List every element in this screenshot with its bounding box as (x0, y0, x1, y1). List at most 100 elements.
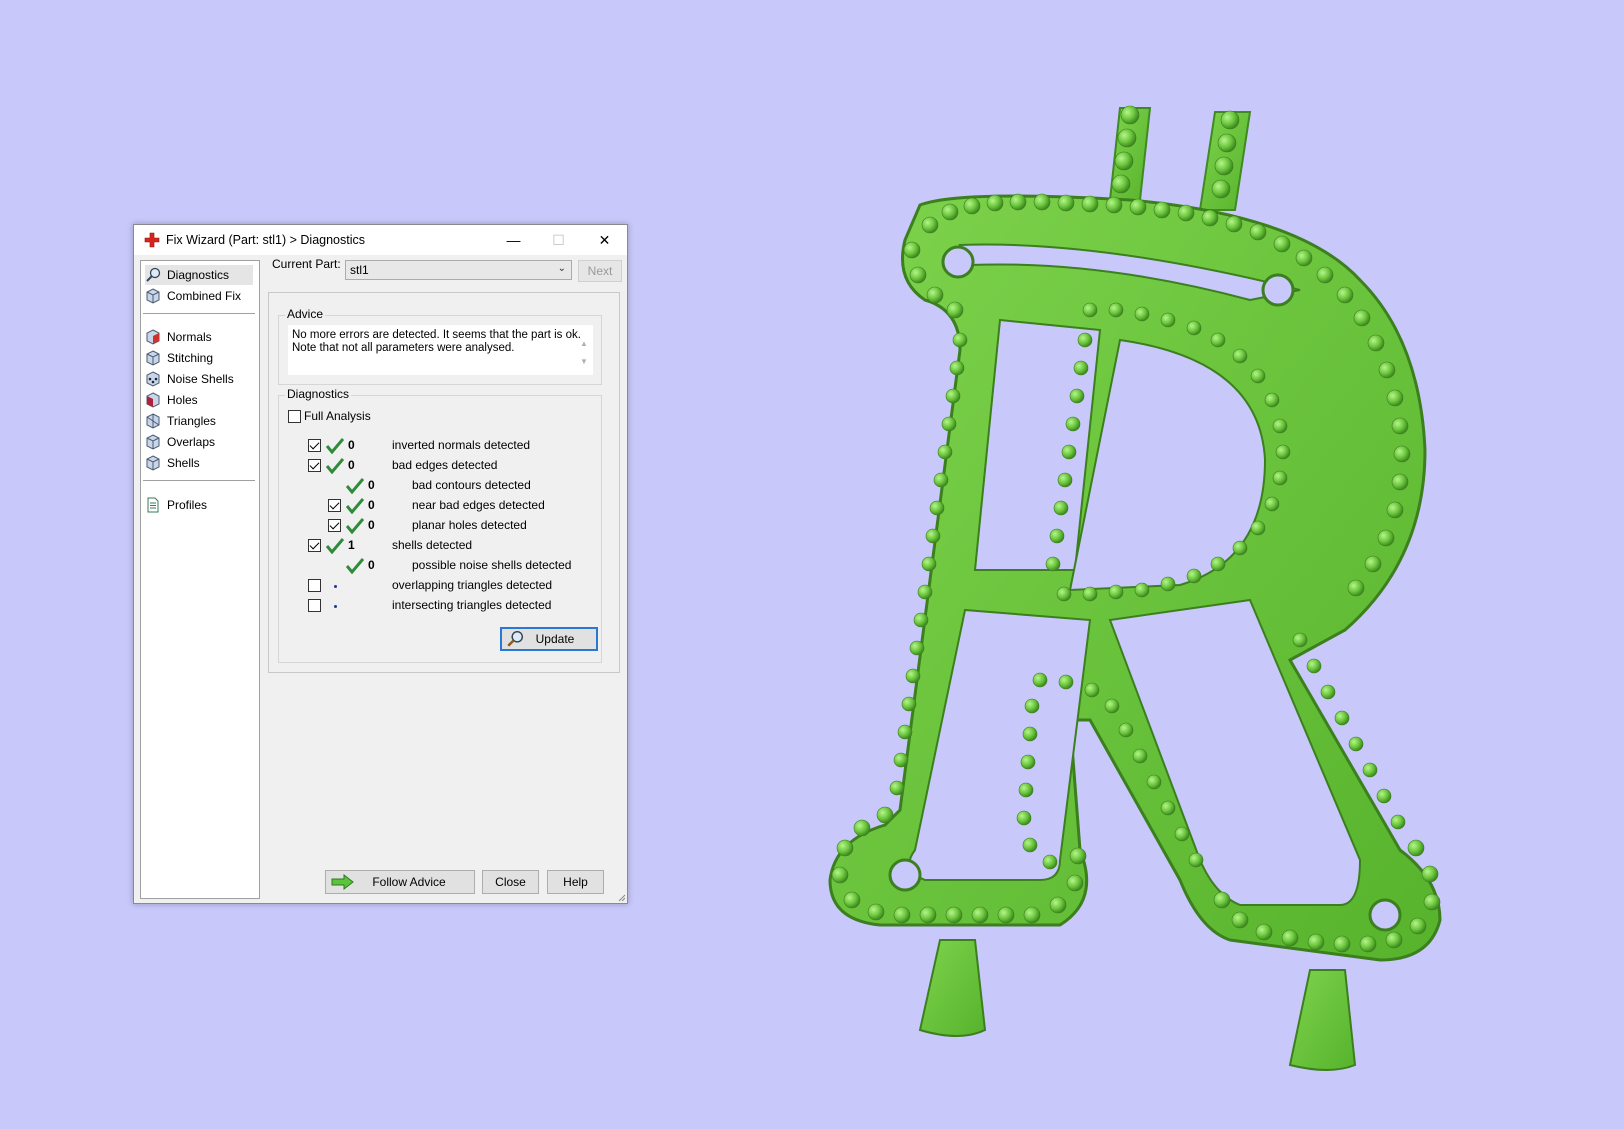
diag-label-shells: shells detected (392, 538, 473, 552)
chevron-down-icon: ⌄ (557, 263, 566, 274)
full-analysis-checkbox[interactable] (288, 410, 301, 423)
close-icon: ✕ (598, 231, 611, 248)
cube-icon (146, 350, 160, 366)
nav-label: Noise Shells (167, 372, 234, 386)
current-part-value: stl1 (350, 263, 369, 277)
wizard-nav: Diagnostics Combined Fix Normals Stitchi… (140, 260, 260, 899)
nav-label: Profiles (167, 498, 208, 512)
nav-item-overlaps[interactable]: Overlaps (145, 432, 215, 452)
green-check-icon (346, 478, 364, 494)
green-check-icon (326, 438, 344, 454)
nav-item-diagnostics[interactable]: Diagnostics (145, 265, 253, 285)
diag-checkbox-bad-edges[interactable] (308, 459, 321, 472)
full-analysis-label: Full Analysis (304, 409, 371, 423)
diag-label-planar-holes: planar holes detected (412, 518, 527, 532)
triangle-cube-icon (146, 413, 160, 429)
diag-label-near-bad-edges: near bad edges detected (412, 498, 545, 512)
minimize-icon: — (506, 232, 521, 248)
close-window-button[interactable]: ✕ (582, 225, 627, 255)
diag-checkbox-inverted-normals[interactable] (308, 439, 321, 452)
diag-label-noise-shells: possible noise shells detected (412, 558, 572, 572)
document-icon (147, 497, 159, 513)
status-dot (334, 585, 337, 588)
cube-icon (146, 434, 160, 450)
nav-item-holes[interactable]: Holes (145, 390, 198, 410)
current-part-label: Current Part: (272, 257, 341, 271)
nav-item-normals[interactable]: Normals (145, 327, 212, 347)
diag-label-inverted-normals: inverted normals detected (392, 438, 531, 452)
diag-count: 0 (368, 498, 375, 512)
close-button[interactable]: Close (482, 870, 539, 894)
window-title: Fix Wizard (Part: stl1) > Diagnostics (166, 233, 366, 247)
title-bar[interactable]: Fix Wizard (Part: stl1) > Diagnostics — … (134, 225, 627, 255)
nav-label: Triangles (167, 414, 216, 428)
current-part-select[interactable]: stl1 ⌄ (345, 260, 572, 280)
update-button[interactable]: Update (500, 627, 598, 651)
green-check-icon (326, 458, 344, 474)
diag-checkbox-near-bad-edges[interactable] (328, 499, 341, 512)
nav-label: Combined Fix (167, 289, 242, 303)
next-button[interactable]: Next (578, 260, 622, 282)
cube-icon (146, 288, 160, 304)
diag-checkbox-intersecting-triangles[interactable] (308, 599, 321, 612)
nav-item-profiles[interactable]: Profiles (145, 495, 207, 515)
diag-count: 1 (348, 538, 355, 552)
magnifier-icon (507, 630, 524, 647)
minimize-button[interactable]: — (491, 225, 536, 255)
nav-divider (143, 480, 255, 481)
diag-count: 0 (368, 478, 375, 492)
diagnostics-group: Diagnostics Full Analysis 0 inverted nor… (278, 387, 602, 663)
nav-item-triangles[interactable]: Triangles (145, 411, 216, 431)
nav-label: Diagnostics (167, 268, 230, 282)
nav-item-stitching[interactable]: Stitching (145, 348, 213, 368)
green-check-icon (346, 558, 364, 574)
red-cross-icon (144, 232, 160, 248)
diag-count: 0 (368, 558, 375, 572)
cube-dots-icon (146, 371, 160, 387)
maximize-button[interactable]: ☐ (536, 225, 581, 255)
nav-label: Holes (167, 393, 198, 407)
follow-advice-label: Follow Advice (372, 875, 446, 889)
resize-grip-icon[interactable] (616, 892, 626, 902)
diag-label-overlapping-triangles: overlapping triangles detected (392, 578, 553, 592)
green-arrow-icon (331, 874, 354, 890)
green-check-icon (326, 538, 344, 554)
diag-count: 0 (348, 438, 355, 452)
advice-scrollbar[interactable]: ▲ ▼ (579, 335, 589, 375)
diagnostics-group-title: Diagnostics (285, 387, 352, 401)
update-label: Update (535, 632, 575, 646)
nav-item-combined-fix[interactable]: Combined Fix (145, 286, 241, 306)
nav-label: Shells (167, 456, 200, 470)
diag-label-bad-edges: bad edges detected (392, 458, 498, 472)
diag-checkbox-planar-holes[interactable] (328, 519, 341, 532)
follow-advice-button[interactable]: Follow Advice (325, 870, 475, 894)
status-dot (334, 605, 337, 608)
diag-count: 0 (368, 518, 375, 532)
cube-icon (146, 455, 160, 471)
advice-group-title: Advice (285, 307, 326, 321)
nav-divider (143, 313, 255, 314)
green-check-icon (346, 518, 364, 534)
diag-count: 0 (348, 458, 355, 472)
nav-label: Stitching (167, 351, 214, 365)
cube-red-icon (146, 329, 160, 345)
fix-wizard-dialog: Fix Wizard (Part: stl1) > Diagnostics — … (133, 224, 628, 904)
advice-group: Advice No more errors are detected. It s… (278, 307, 602, 385)
diag-label-intersecting-triangles: intersecting triangles detected (392, 598, 552, 612)
advice-line-2: Note that not all parameters were analys… (292, 342, 515, 354)
nav-item-noise-shells[interactable]: Noise Shells (145, 369, 234, 389)
magnifier-icon (146, 267, 161, 282)
maximize-icon: ☐ (552, 231, 565, 248)
advice-line-1: No more errors are detected. It seems th… (292, 329, 581, 341)
advice-text-box: No more errors are detected. It seems th… (288, 325, 593, 375)
diag-checkbox-shells[interactable] (308, 539, 321, 552)
cube-hole-icon (146, 392, 160, 408)
diagnostics-panel: Advice No more errors are detected. It s… (268, 292, 620, 673)
nav-item-shells[interactable]: Shells (145, 453, 200, 473)
nav-label: Overlaps (167, 435, 216, 449)
nav-label: Normals (167, 330, 212, 344)
help-button[interactable]: Help (547, 870, 604, 894)
diag-checkbox-overlapping-triangles[interactable] (308, 579, 321, 592)
diag-label-bad-contours: bad contours detected (412, 478, 531, 492)
green-check-icon (346, 498, 364, 514)
